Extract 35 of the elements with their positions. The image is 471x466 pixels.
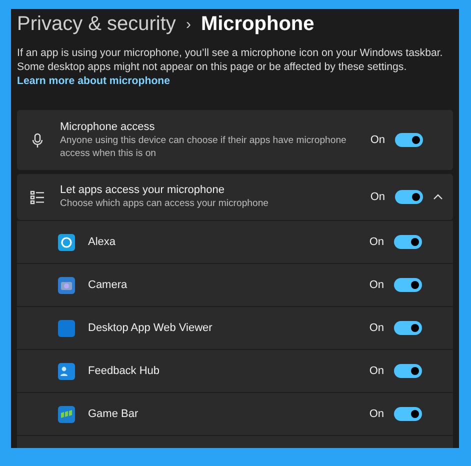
app-name: Feedback Hub [88,365,161,377]
description-text: If an app is using your microphone, you’ll see a microphone icon on your Windows taskbar. Some desktop apps might not appear on this page or be affected by these settings. Learn more about microphone [17,46,444,88]
app-name: Alexa [88,236,117,248]
camera-icon [58,276,75,294]
state-label: On [369,279,384,291]
breadcrumb-separator: › [186,16,191,33]
state-label: On [370,191,385,203]
toggle-switch[interactable] [394,321,422,335]
toggle-switch[interactable] [395,133,423,147]
app-name: Game Bar [88,408,140,420]
list-icon [29,188,46,206]
toggle-switch[interactable] [394,364,422,378]
page-title: Microphone [200,13,314,36]
toggle-switch[interactable] [394,278,422,292]
chevron-up-icon[interactable] [433,194,443,200]
toggle-switch[interactable] [395,190,423,204]
setting-title: Microphone access [60,120,156,132]
app-icon [58,320,75,336]
person-icon [58,362,75,380]
toggle-switch[interactable] [394,235,422,249]
app-name: Camera [88,279,128,291]
state-label: On [370,134,385,146]
setting-title: Let apps access your microphone [60,184,226,196]
setting-description: Choose which apps can access your microphone [60,197,270,210]
ring-icon [58,234,75,250]
app-name: Desktop App Web Viewer [88,322,214,334]
state-label: On [369,322,384,334]
learn-more-link[interactable]: Learn more about microphone [17,75,170,87]
bars-icon [58,406,75,422]
setting-description: Anyone using this device can choose if their apps have microphone access when this is on [60,134,348,160]
state-label: On [369,408,384,420]
breadcrumb-parent[interactable]: Privacy & security [17,13,176,36]
toggle-switch[interactable] [394,407,422,421]
state-label: On [369,365,384,377]
state-label: On [369,236,384,248]
